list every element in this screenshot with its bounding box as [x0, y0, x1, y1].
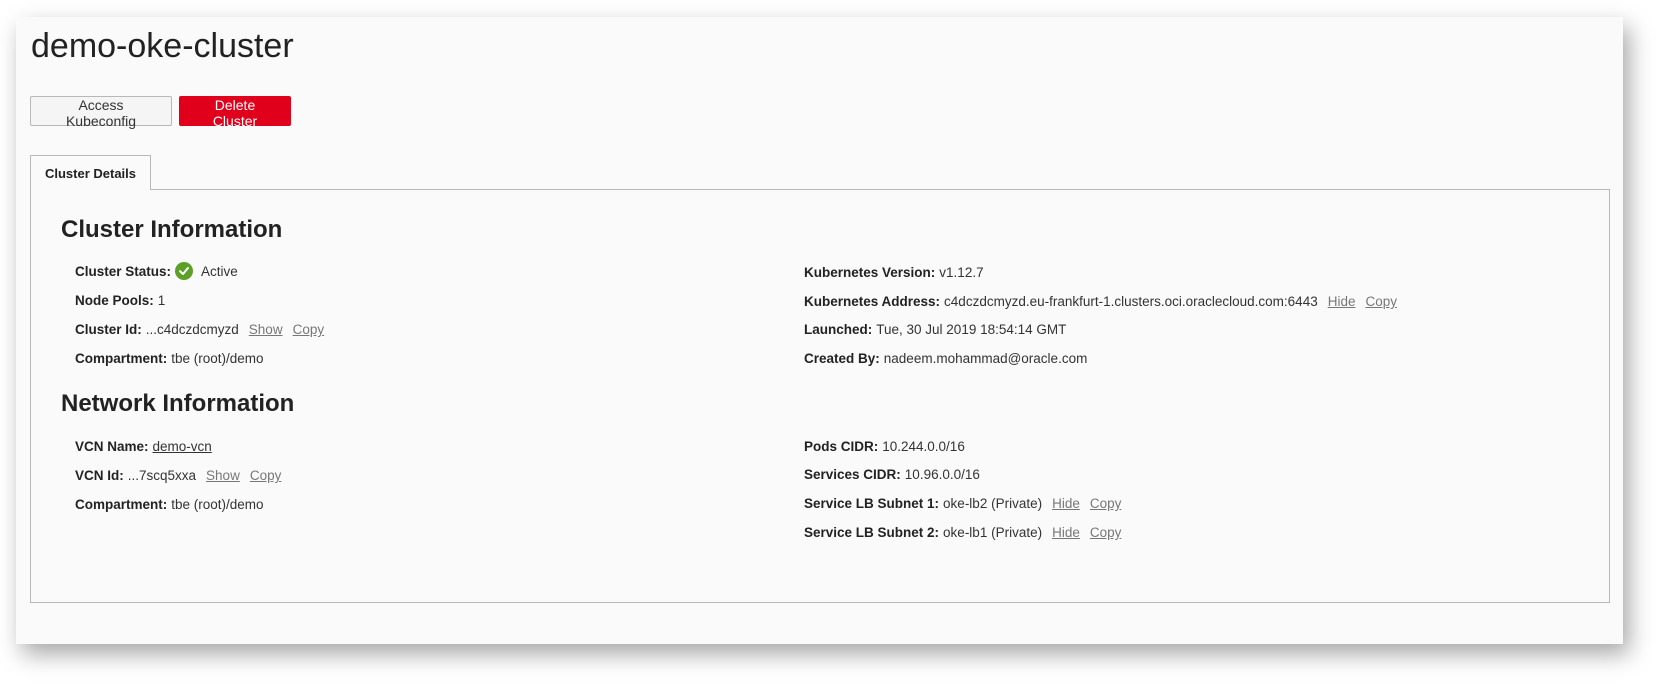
service-lb-subnet-1-value: oke-lb2 (Private)	[943, 496, 1043, 511]
kubernetes-address-label: Kubernetes Address:	[804, 294, 941, 309]
vcn-id-show-link[interactable]: Show	[206, 468, 240, 483]
vcn-id-copy-link[interactable]: Copy	[250, 468, 282, 483]
launched-label: Launched:	[804, 322, 873, 337]
page-title: demo-oke-cluster	[31, 27, 294, 65]
service-lb-subnet-1-copy-link[interactable]: Copy	[1090, 496, 1122, 511]
vcn-name-link[interactable]: demo-vcn	[153, 439, 212, 454]
cluster-id-copy-link[interactable]: Copy	[293, 322, 325, 337]
service-lb-subnet-2-hide-link[interactable]: Hide	[1052, 525, 1080, 540]
service-lb-subnet-2-row: Service LB Subnet 2: oke-lb1 (Private) H…	[804, 525, 1121, 540]
pods-cidr-value: 10.244.0.0/16	[882, 439, 965, 454]
kubernetes-version-row: Kubernetes Version: v1.12.7	[804, 265, 984, 280]
cluster-id-label: Cluster Id:	[75, 322, 142, 337]
pods-cidr-row: Pods CIDR: 10.244.0.0/16	[804, 439, 965, 454]
cluster-details-panel: Cluster Information Cluster Status: Acti…	[30, 189, 1610, 603]
network-information-heading: Network Information	[61, 390, 295, 417]
service-lb-subnet-1-label: Service LB Subnet 1:	[804, 496, 940, 511]
network-compartment-value: tbe (root)/demo	[171, 497, 264, 512]
cluster-status-row: Cluster Status: Active	[75, 262, 238, 280]
cluster-id-row: Cluster Id: ...c4dczdcmyzd Show Copy	[75, 322, 324, 337]
service-lb-subnet-2-value: oke-lb1 (Private)	[943, 525, 1043, 540]
vcn-name-row: VCN Name: demo-vcn	[75, 439, 212, 454]
cluster-status-label: Cluster Status:	[75, 263, 172, 279]
check-circle-icon	[175, 262, 194, 280]
cluster-id-value: ...c4dczdcmyzd	[145, 322, 239, 337]
network-compartment-row: Compartment: tbe (root)/demo	[75, 497, 264, 512]
services-cidr-row: Services CIDR: 10.96.0.0/16	[804, 467, 980, 482]
pods-cidr-label: Pods CIDR:	[804, 439, 879, 454]
created-by-label: Created By:	[804, 351, 880, 366]
network-compartment-label: Compartment:	[75, 497, 168, 512]
tab-cluster-details[interactable]: Cluster Details	[30, 155, 151, 190]
vcn-name-label: VCN Name:	[75, 439, 149, 454]
services-cidr-label: Services CIDR:	[804, 467, 901, 482]
launched-value: Tue, 30 Jul 2019 18:54:14 GMT	[876, 322, 1067, 337]
compartment-value: tbe (root)/demo	[171, 351, 264, 366]
cluster-id-show-link[interactable]: Show	[249, 322, 283, 337]
kubernetes-version-label: Kubernetes Version:	[804, 265, 936, 280]
launched-row: Launched: Tue, 30 Jul 2019 18:54:14 GMT	[804, 322, 1066, 337]
service-lb-subnet-1-row: Service LB Subnet 1: oke-lb2 (Private) H…	[804, 496, 1121, 511]
vcn-id-value: ...7scq5xxa	[127, 468, 197, 483]
kubernetes-address-hide-link[interactable]: Hide	[1328, 294, 1356, 309]
kubernetes-version-value: v1.12.7	[939, 265, 984, 280]
service-lb-subnet-1-hide-link[interactable]: Hide	[1052, 496, 1080, 511]
cluster-status-value: Active	[201, 263, 238, 279]
service-lb-subnet-2-label: Service LB Subnet 2:	[804, 525, 940, 540]
vcn-id-row: VCN Id: ...7scq5xxa Show Copy	[75, 468, 281, 483]
compartment-label: Compartment:	[75, 351, 168, 366]
delete-cluster-button[interactable]: Delete Cluster	[179, 96, 291, 129]
kubernetes-address-copy-link[interactable]: Copy	[1365, 294, 1397, 309]
service-lb-subnet-2-copy-link[interactable]: Copy	[1090, 525, 1122, 540]
node-pools-row: Node Pools: 1	[75, 293, 165, 308]
node-pools-label: Node Pools:	[75, 293, 154, 308]
kubernetes-address-row: Kubernetes Address: c4dczdcmyzd.eu-frank…	[804, 294, 1397, 309]
services-cidr-value: 10.96.0.0/16	[904, 467, 980, 482]
kubernetes-address-value: c4dczdcmyzd.eu-frankfurt-1.clusters.oci.…	[944, 294, 1318, 309]
access-kubeconfig-button[interactable]: Access Kubeconfig	[30, 96, 172, 129]
cluster-information-heading: Cluster Information	[61, 216, 283, 243]
created-by-row: Created By: nadeem.mohammad@oracle.com	[804, 351, 1087, 366]
cluster-details-window: demo-oke-cluster Access Kubeconfig Delet…	[16, 17, 1623, 644]
node-pools-value: 1	[157, 293, 166, 308]
vcn-id-label: VCN Id:	[75, 468, 124, 483]
created-by-value: nadeem.mohammad@oracle.com	[883, 351, 1088, 366]
compartment-row: Compartment: tbe (root)/demo	[75, 351, 264, 366]
